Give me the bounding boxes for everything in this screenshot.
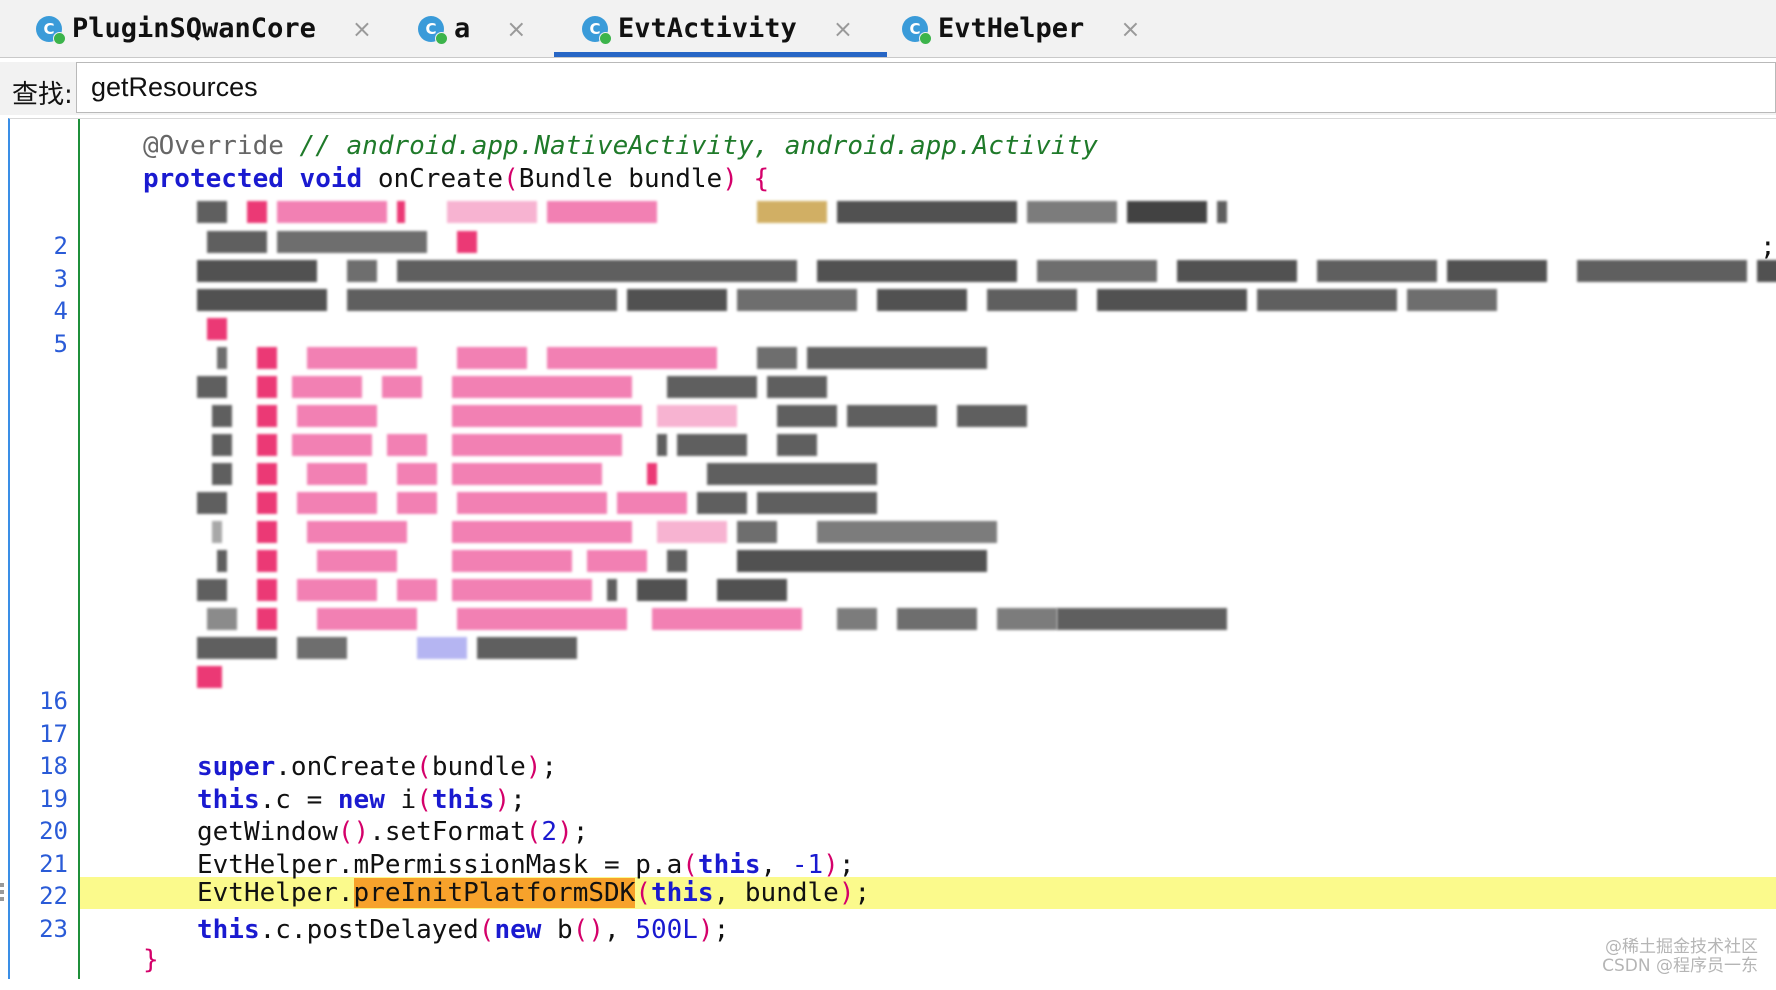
drag-handle[interactable]	[0, 880, 6, 910]
line-number: 21	[39, 850, 68, 878]
tab-evthelper[interactable]: C EvtHelper ×	[902, 0, 1140, 57]
code-line: this.c.postDelayed(new b(), 500L);	[197, 915, 730, 945]
code-line: protected void onCreate(Bundle bundle) {	[143, 164, 770, 194]
code-line: @Override // android.app.NativeActivity,…	[143, 131, 1098, 161]
line-number: 3	[53, 265, 68, 293]
find-input[interactable]	[76, 62, 1776, 113]
close-icon[interactable]: ×	[506, 15, 526, 43]
tab-label: EvtActivity	[618, 13, 797, 44]
code-line: this.c = new i(this);	[197, 785, 526, 815]
tab-label: EvtHelper	[938, 13, 1085, 44]
close-icon[interactable]: ×	[833, 15, 853, 43]
line-number: 4	[53, 297, 68, 325]
search-match: preInitPlatformSDK	[353, 878, 636, 908]
close-icon[interactable]: ×	[352, 15, 372, 43]
code-line: super.onCreate(bundle);	[197, 752, 558, 782]
line-number: 20	[39, 817, 68, 845]
watermark: @稀土掘金技术社区 CSDN @程序员一东	[1602, 937, 1758, 976]
tab-label: a	[454, 13, 471, 44]
code-line: getWindow().setFormat(2);	[197, 817, 589, 847]
line-number: 23	[39, 915, 68, 943]
line-number: 2	[53, 232, 68, 260]
line-number: 16	[39, 687, 68, 715]
tab-pluginsqwancore[interactable]: C PluginSQwanCore ×	[36, 0, 372, 57]
editor-tab-bar: C PluginSQwanCore × C a × C EvtActivity …	[0, 0, 1776, 58]
line-number: 17	[39, 720, 68, 748]
find-bar: 查找:	[0, 62, 1776, 115]
class-icon: C	[582, 15, 612, 45]
close-icon[interactable]: ×	[1120, 15, 1140, 43]
code-area[interactable]: @Override // android.app.NativeActivity,…	[80, 119, 1776, 979]
code-line: }	[143, 945, 159, 975]
code-line: ;	[1760, 232, 1776, 262]
code-line-current: EvtHelper.preInitPlatformSDK(this, bundl…	[197, 878, 871, 908]
class-icon: C	[36, 15, 66, 45]
line-number: 19	[39, 785, 68, 813]
tab-a[interactable]: C a ×	[418, 0, 526, 57]
class-icon: C	[902, 15, 932, 45]
line-number: 22	[39, 882, 68, 910]
code-editor[interactable]: 2 3 4 5 16 17 18 19 20 21 22 23 @Overrid…	[8, 118, 1776, 979]
code-line: EvtHelper.mPermissionMask = p.a(this, -1…	[197, 850, 855, 880]
tab-label: PluginSQwanCore	[72, 13, 316, 44]
line-number-gutter: 2 3 4 5 16 17 18 19 20 21 22 23	[10, 119, 80, 979]
line-number: 18	[39, 752, 68, 780]
class-icon: C	[418, 15, 448, 45]
line-number: 5	[53, 330, 68, 358]
find-label: 查找:	[12, 80, 73, 110]
tab-evtactivity[interactable]: C EvtActivity ×	[554, 0, 887, 57]
